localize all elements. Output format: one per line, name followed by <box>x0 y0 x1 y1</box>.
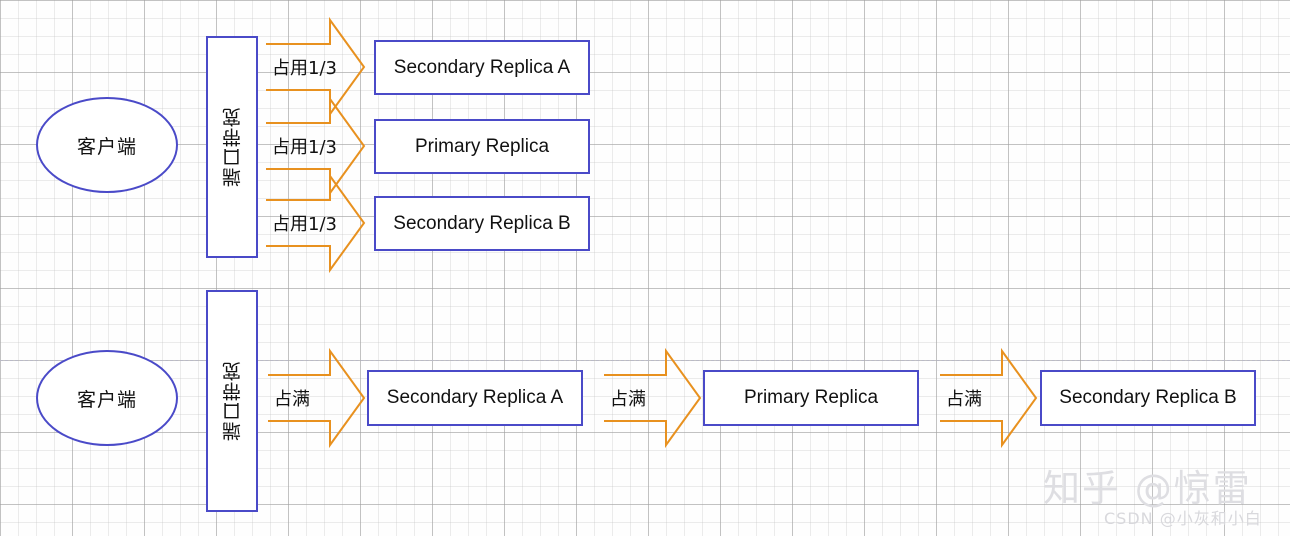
arrow-shape <box>266 16 366 118</box>
client-node: 客户端 <box>36 350 178 446</box>
guide-line <box>0 360 1290 361</box>
flow-arrow: 占用1/3 <box>266 16 366 118</box>
arrow-shape <box>266 95 366 197</box>
flow-arrow: 占用1/3 <box>266 95 366 197</box>
flow-arrow: 占满 <box>940 347 1038 449</box>
csdn-watermark: CSDN @小灰和小白 <box>1104 509 1262 528</box>
arrow-shape <box>268 347 366 449</box>
replica-node: Secondary Replica B <box>1040 370 1256 426</box>
replica-node-label: Secondary Replica A <box>386 387 564 408</box>
diagram-canvas: 客户端 端口带宽 占用1/3 占用1/3 占用1/3 Secondary Replica … <box>0 0 1290 536</box>
client-node-label: 客户端 <box>76 135 137 158</box>
zhihu-watermark: 知乎 @惊雷 <box>1043 467 1252 510</box>
client-node-label: 客户端 <box>76 388 137 411</box>
replica-node: Primary Replica <box>374 119 590 174</box>
replica-node: Primary Replica <box>703 370 919 426</box>
client-node: 客户端 <box>36 97 178 193</box>
port-bandwidth-bar: 端口带宽 <box>206 290 258 512</box>
flow-arrow: 占满 <box>268 347 366 449</box>
replica-node-label: Primary Replica <box>414 135 550 157</box>
flow-arrow: 占满 <box>604 347 702 449</box>
replica-node-label: Secondary Replica A <box>393 56 571 78</box>
replica-node: Secondary Replica A <box>367 370 583 426</box>
flow-arrow: 占用1/3 <box>266 172 366 274</box>
replica-node-label: Secondary Replica B <box>393 212 571 234</box>
arrow-shape <box>266 172 366 274</box>
port-bandwidth-bar: 端口带宽 <box>206 36 258 258</box>
port-bandwidth-label: 端口带宽 <box>221 361 244 441</box>
arrow-shape <box>604 347 702 449</box>
replica-node: Secondary Replica B <box>374 196 590 251</box>
port-bandwidth-label: 端口带宽 <box>221 107 244 187</box>
replica-node-label: Primary Replica <box>743 387 879 408</box>
replica-node: Secondary Replica A <box>374 40 590 95</box>
arrow-shape <box>940 347 1038 449</box>
replica-node-label: Secondary Replica B <box>1059 387 1237 408</box>
